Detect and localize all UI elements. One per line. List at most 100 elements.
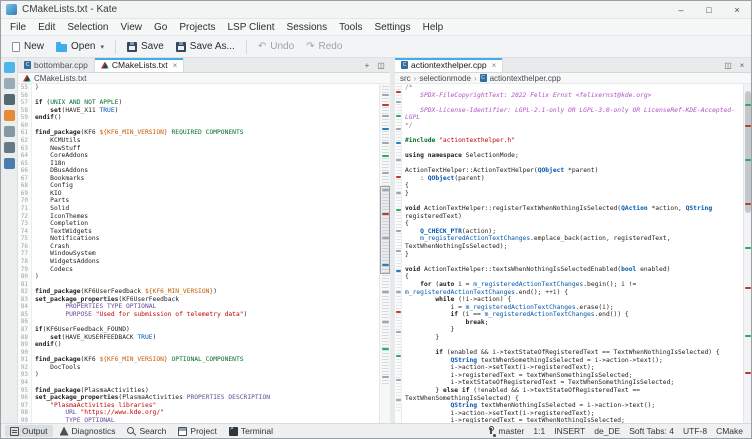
menu-file[interactable]: File: [4, 21, 32, 34]
code-line[interactable]: i->registeredText = textWhenSomethingIsS…: [402, 372, 743, 380]
statusbar-de-de[interactable]: de_DE: [594, 426, 620, 436]
code-line[interactable]: 91find_package(KF6 ${KF6_MIN_VERSION} OP…: [18, 356, 379, 364]
code-line[interactable]: 76 Crash: [18, 243, 379, 251]
menu-help[interactable]: Help: [417, 21, 450, 34]
code-line[interactable]: 82find_package(KF6UserFeedback ${KF6_MIN…: [18, 288, 379, 296]
code-line[interactable]: i->action->setText(i->registeredText);: [402, 364, 743, 372]
minimap-view-rect[interactable]: [380, 186, 390, 274]
menu-sessions[interactable]: Sessions: [281, 21, 334, 34]
code-line[interactable]: 79 Codecs: [18, 266, 379, 274]
statusbar-diagnostics-button[interactable]: Diagnostics: [55, 425, 121, 437]
filesystem-browser-icon[interactable]: [4, 110, 15, 121]
code-line[interactable]: }: [402, 190, 743, 198]
code-line[interactable]: if (i == m_registeredActionTextChanges.e…: [402, 311, 743, 319]
breadcrumb-item[interactable]: actiontexthelper.cpp: [490, 74, 561, 83]
code-line[interactable]: 87if(KF6UserFeedback_FOUND): [18, 326, 379, 334]
menu-lsp-client[interactable]: LSP Client: [221, 21, 280, 34]
statusbar-project-button[interactable]: Project: [173, 425, 221, 437]
code-line[interactable]: i->action->setText(i->registeredText);: [402, 410, 743, 418]
menu-tools[interactable]: Tools: [333, 21, 368, 34]
code-line[interactable]: 56: [18, 92, 379, 100]
close-button[interactable]: ×: [723, 1, 751, 18]
code-line[interactable]: {: [402, 220, 743, 228]
code-line[interactable]: while (!i->action) {: [402, 296, 743, 304]
statusbar-search-button[interactable]: Search: [122, 425, 171, 437]
close-view-icon[interactable]: ×: [736, 61, 748, 70]
code-line[interactable]: m_registeredActionTextChanges.emplace_ba…: [402, 235, 743, 250]
code-line[interactable]: ActionTextHelper::ActionTextHelper(QObje…: [402, 167, 743, 175]
code-line[interactable]: 94: [18, 379, 379, 387]
code-line[interactable]: 93): [18, 371, 379, 379]
breadcrumb-item[interactable]: CMakeLists.txt: [34, 74, 86, 83]
menu-view[interactable]: View: [115, 21, 149, 34]
menu-settings[interactable]: Settings: [368, 21, 416, 34]
split-view-icon[interactable]: ◫: [375, 61, 387, 70]
code-line[interactable]: 96set_package_properties(PlasmaActivitie…: [18, 394, 379, 402]
code-line[interactable]: 88 set(HAVE_KUSERFEEDBACK TRUE): [18, 334, 379, 342]
menu-go[interactable]: Go: [148, 21, 173, 34]
tab-close-icon[interactable]: ×: [173, 61, 178, 70]
documents-icon[interactable]: [4, 62, 15, 73]
left-code[interactable]: 55)5657if (UNIX AND NOT APPLE)58 set(HAV…: [18, 84, 379, 423]
code-line[interactable]: SPDX-License-Identifier: LGPL-2.1-only O…: [402, 107, 743, 122]
code-line[interactable]: }: [402, 326, 743, 334]
minimize-button[interactable]: –: [667, 1, 695, 18]
code-line[interactable]: #include "actiontexthelper.h": [402, 137, 743, 145]
code-line[interactable]: 98 URL "https://www.kde.org/": [18, 409, 379, 417]
statusbar-soft-tabs-4[interactable]: Soft Tabs: 4: [629, 426, 674, 436]
code-line[interactable]: 89endif(): [18, 341, 379, 349]
code-line[interactable]: 77 WindowSystem: [18, 250, 379, 258]
code-line[interactable]: for (auto i = m_registeredActionTextChan…: [402, 281, 743, 296]
symbols-list-icon[interactable]: [4, 142, 15, 153]
menu-selection[interactable]: Selection: [61, 21, 114, 34]
code-line[interactable]: 63 NewStuff: [18, 145, 379, 153]
code-line[interactable]: [402, 258, 743, 266]
code-line[interactable]: : QObject(parent): [402, 175, 743, 183]
code-line[interactable]: QString textWhenNothingIsSelected = i->a…: [402, 402, 743, 410]
code-line[interactable]: 67 Bookmarks: [18, 175, 379, 183]
code-line[interactable]: 84 PROPERTIES TYPE OPTIONAL: [18, 303, 379, 311]
code-line[interactable]: 86: [18, 318, 379, 326]
code-line[interactable]: }: [402, 334, 743, 342]
tab-actiontexthelper-cpp[interactable]: actiontexthelper.cpp×: [395, 58, 503, 72]
statusbar-cmake[interactable]: CMake: [716, 426, 743, 436]
code-line[interactable]: 69 KIO: [18, 190, 379, 198]
new-tab-icon[interactable]: +: [361, 61, 373, 70]
code-line[interactable]: 92 DocTools: [18, 364, 379, 372]
open-button[interactable]: Open▾: [51, 39, 109, 54]
code-line[interactable]: void ActionTextHelper::textsWhenNothingI…: [402, 266, 743, 274]
code-line[interactable]: Q_CHECK_PTR(action);: [402, 228, 743, 236]
breadcrumb-item[interactable]: src: [400, 74, 411, 83]
right-code[interactable]: /* SPDX-FileCopyrightText: 2022 Felix Er…: [402, 84, 743, 423]
statusbar-1-1[interactable]: 1:1: [533, 426, 545, 436]
file-copies-icon[interactable]: [4, 78, 15, 89]
maximize-button[interactable]: □: [695, 1, 723, 18]
code-line[interactable]: 61find_package(KF6 ${KF6_MIN_VERSION} RE…: [18, 129, 379, 137]
code-line[interactable]: {: [402, 273, 743, 281]
code-line[interactable]: }: [402, 251, 743, 259]
breadcrumb-item[interactable]: selectionmode: [419, 74, 471, 83]
statusbar-master[interactable]: master: [487, 426, 524, 436]
code-line[interactable]: */: [402, 122, 743, 130]
code-line[interactable]: 97 "PlasmaActivities libraries": [18, 402, 379, 410]
code-line[interactable]: [402, 99, 743, 107]
code-line[interactable]: 62 KCMUtils: [18, 137, 379, 145]
statusbar-utf-8[interactable]: UTF-8: [683, 426, 707, 436]
code-line[interactable]: SPDX-FileCopyrightText: 2022 Felix Ernst…: [402, 92, 743, 100]
code-line[interactable]: [402, 342, 743, 350]
code-line[interactable]: 85 PURPOSE "Used for submission of telem…: [18, 311, 379, 319]
new-button[interactable]: New: [7, 39, 49, 54]
code-line[interactable]: /*: [402, 84, 743, 92]
menu-projects[interactable]: Projects: [173, 21, 221, 34]
tab-cmakelists-txt[interactable]: CMakeLists.txt×: [95, 58, 184, 72]
code-line[interactable]: 70 Parts: [18, 197, 379, 205]
save-as-button[interactable]: Save As...: [171, 39, 240, 54]
code-line[interactable]: 95find_package(PlasmaActivities): [18, 387, 379, 395]
menu-edit[interactable]: Edit: [32, 21, 61, 34]
search-replace-icon[interactable]: [4, 126, 15, 137]
code-line[interactable]: break;: [402, 319, 743, 327]
code-line[interactable]: 58 set(HAVE_X11 TRUE): [18, 107, 379, 115]
tab-bottombar-cpp[interactable]: bottombar.cpp: [18, 58, 95, 72]
code-line[interactable]: {: [402, 182, 743, 190]
code-line[interactable]: i->textStateOfRegisteredText = TextWhenS…: [402, 379, 743, 387]
